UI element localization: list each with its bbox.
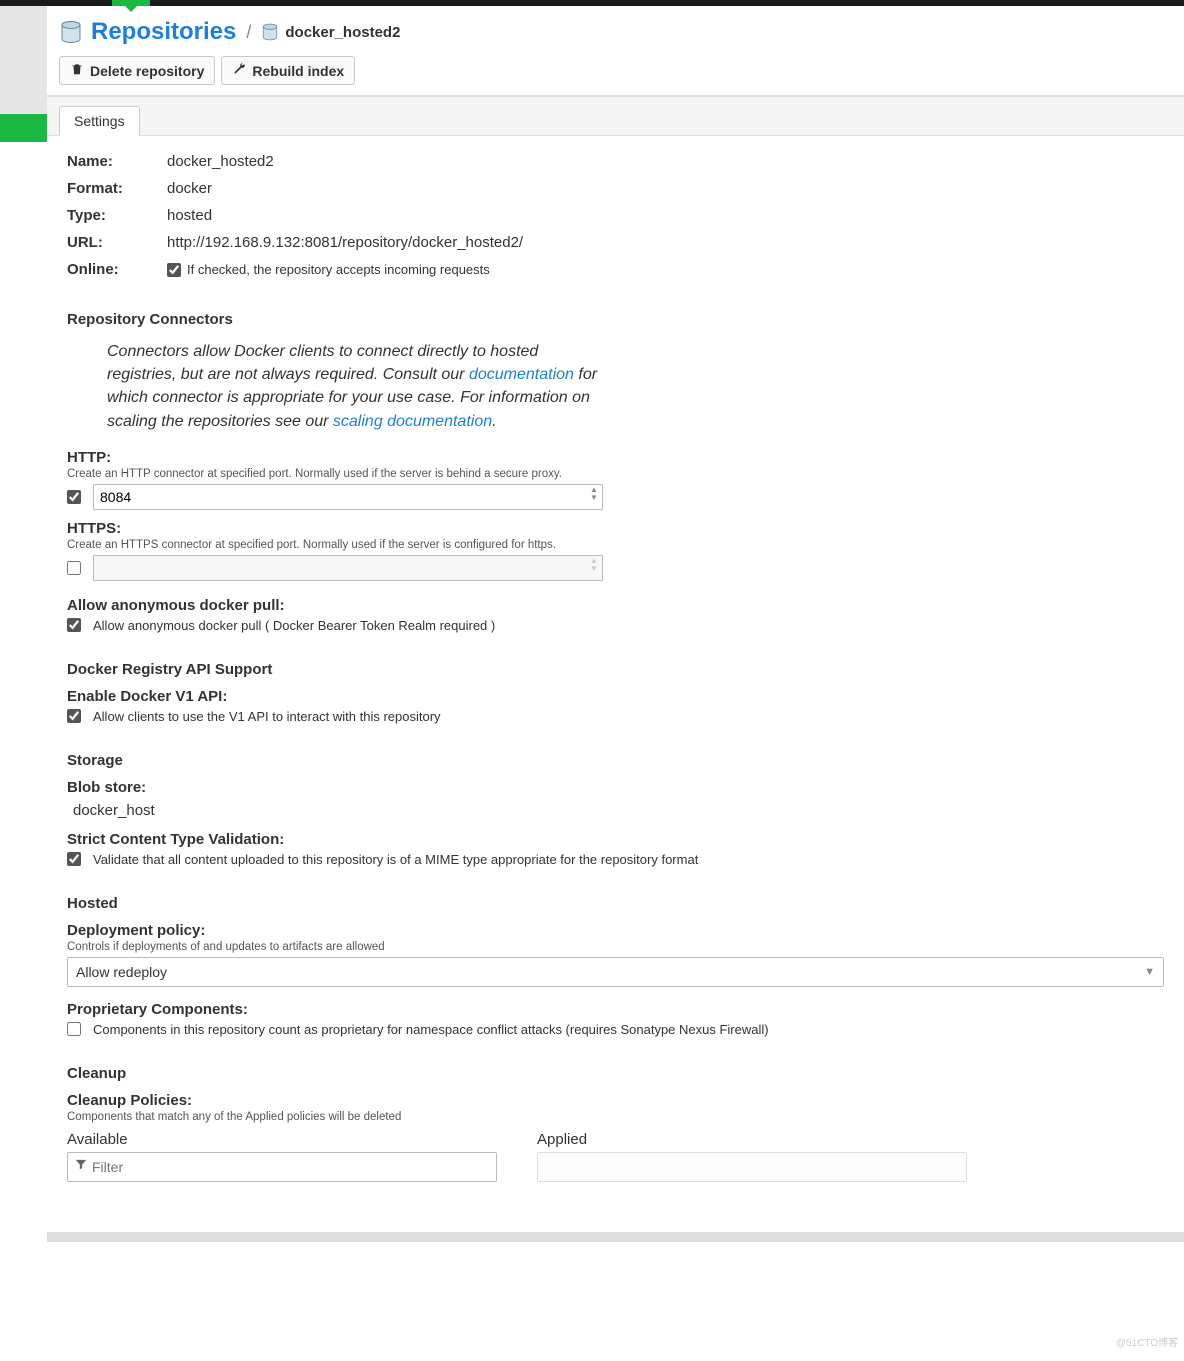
applied-list[interactable] — [537, 1152, 967, 1182]
v1-api-checkbox[interactable] — [67, 709, 81, 723]
http-enable-checkbox[interactable] — [67, 490, 81, 504]
available-filter[interactable] — [67, 1152, 497, 1182]
applied-heading: Applied — [537, 1131, 967, 1148]
http-hint: Create an HTTP connector at specified po… — [67, 468, 1164, 480]
tab-settings[interactable]: Settings — [59, 106, 140, 136]
label: Online: — [67, 261, 167, 278]
section-repository-connectors: Repository Connectors — [67, 311, 1164, 328]
available-filter-input[interactable] — [92, 1159, 490, 1175]
cleanup-policies-hint: Components that match any of the Applied… — [67, 1111, 1164, 1123]
kv-format: Format: docker — [67, 175, 1164, 202]
cleanup-dual-list: Available Applied — [67, 1131, 1164, 1182]
available-heading: Available — [67, 1131, 497, 1148]
tab-row: Settings — [47, 97, 1184, 136]
database-icon — [261, 23, 279, 41]
proprietary-checkbox[interactable] — [67, 1022, 81, 1036]
filter-icon — [74, 1157, 92, 1176]
settings-panel: Name: docker_hosted2 Format: docker Type… — [47, 136, 1184, 1222]
spinner-icon[interactable]: ▲▼ — [587, 486, 601, 502]
section-storage: Storage — [67, 752, 1164, 769]
connectors-info: Connectors allow Docker clients to conne… — [67, 338, 607, 439]
https-hint: Create an HTTPS connector at specified p… — [67, 539, 1164, 551]
label: Name: — [67, 153, 167, 170]
deployment-policy-select[interactable]: Allow redeploy ▼ — [67, 957, 1164, 987]
label: Format: — [67, 180, 167, 197]
section-cleanup: Cleanup — [67, 1065, 1164, 1082]
value: hosted — [167, 207, 212, 224]
top-bar — [0, 0, 1184, 6]
database-icon — [59, 20, 83, 44]
section-hosted: Hosted — [67, 895, 1164, 912]
scaling-documentation-link[interactable]: scaling documentation — [333, 413, 492, 430]
http-port-input[interactable] — [93, 484, 603, 510]
anon-pull-label: Allow anonymous docker pull: — [67, 597, 1164, 614]
https-label: HTTPS: — [67, 520, 1164, 537]
chevron-down-icon: ▼ — [1144, 966, 1155, 978]
left-gutter-grey — [0, 6, 47, 114]
breadcrumb-current: docker_hosted2 — [285, 24, 400, 41]
delete-repository-button[interactable]: Delete repository — [59, 56, 215, 85]
watermark: @51CTO博客 — [1116, 1334, 1178, 1349]
label: URL: — [67, 234, 167, 251]
online-desc: If checked, the repository accepts incom… — [187, 262, 490, 277]
proprietary-desc: Components in this repository count as p… — [93, 1022, 769, 1037]
value: docker — [167, 180, 212, 197]
https-port-input[interactable] — [93, 555, 603, 581]
rebuild-index-button[interactable]: Rebuild index — [221, 56, 355, 85]
top-bar-notch-arrow — [125, 6, 137, 12]
section-docker-api: Docker Registry API Support — [67, 661, 1164, 678]
v1-api-desc: Allow clients to use the V1 API to inter… — [93, 709, 441, 724]
https-enable-checkbox[interactable] — [67, 561, 81, 575]
button-label: Delete repository — [90, 63, 204, 79]
kv-type: Type: hosted — [67, 202, 1164, 229]
anon-pull-desc: Allow anonymous docker pull ( Docker Bea… — [93, 618, 495, 633]
spinner-icon[interactable]: ▲▼ — [587, 557, 601, 573]
blob-store-value: docker_host — [67, 796, 1164, 819]
v1-api-label: Enable Docker V1 API: — [67, 688, 1164, 705]
proprietary-label: Proprietary Components: — [67, 1001, 1164, 1018]
button-label: Rebuild index — [252, 63, 344, 79]
left-gutter-active[interactable] — [0, 114, 47, 142]
toolbar: Delete repository Rebuild index — [47, 56, 1184, 97]
kv-name: Name: docker_hosted2 — [67, 148, 1164, 175]
left-gutter: s — [0, 6, 47, 1242]
online-checkbox[interactable] — [167, 263, 181, 277]
trash-icon — [70, 62, 84, 79]
breadcrumb: Repositories / docker_hosted2 — [47, 6, 1184, 56]
http-label: HTTP: — [67, 449, 1164, 466]
strict-content-label: Strict Content Type Validation: — [67, 831, 1164, 848]
documentation-link[interactable]: documentation — [469, 366, 574, 383]
breadcrumb-root-link[interactable]: Repositories — [91, 18, 236, 46]
cleanup-policies-label: Cleanup Policies: — [67, 1092, 1164, 1109]
breadcrumb-sep: / — [246, 22, 251, 43]
kv-url: URL: http://192.168.9.132:8081/repositor… — [67, 229, 1164, 256]
anon-pull-checkbox[interactable] — [67, 618, 81, 632]
blob-store-label: Blob store: — [67, 779, 1164, 796]
strict-content-checkbox[interactable] — [67, 852, 81, 866]
text: . — [492, 413, 496, 430]
value: docker_hosted2 — [167, 153, 274, 170]
bottom-scrollbar[interactable] — [47, 1232, 1184, 1242]
kv-online: Online: If checked, the repository accep… — [67, 256, 1164, 283]
deployment-policy-hint: Controls if deployments of and updates t… — [67, 941, 1164, 953]
select-value: Allow redeploy — [76, 964, 167, 980]
label: Type: — [67, 207, 167, 224]
deployment-policy-label: Deployment policy: — [67, 922, 1164, 939]
strict-content-desc: Validate that all content uploaded to th… — [93, 852, 698, 867]
value: http://192.168.9.132:8081/repository/doc… — [167, 234, 523, 251]
wrench-icon — [232, 62, 246, 79]
